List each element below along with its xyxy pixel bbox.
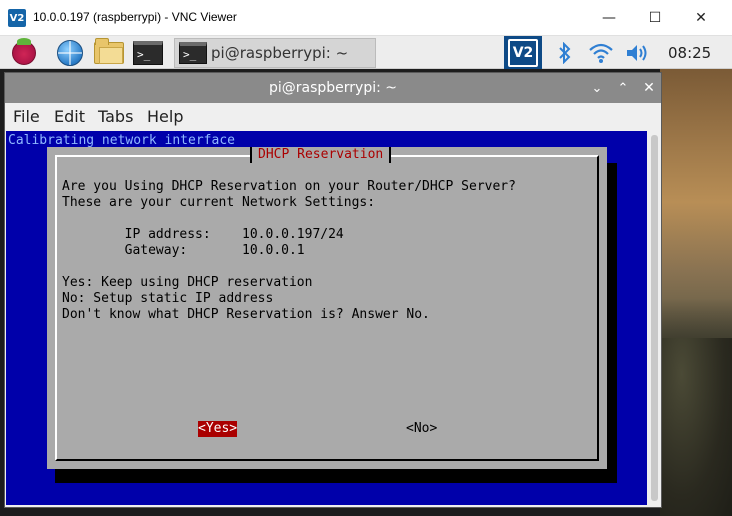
scrollbar-thumb[interactable]	[651, 135, 658, 501]
terminal-scrollbar[interactable]	[648, 131, 661, 505]
dialog-title: DHCP Reservation	[250, 147, 392, 163]
bluetooth-icon[interactable]	[552, 41, 578, 65]
terminal-titlebar[interactable]: pi@raspberrypi: ~ ⌄ ⌃ ✕	[5, 73, 661, 103]
desktop-background	[660, 68, 732, 516]
web-browser-icon[interactable]	[54, 39, 86, 67]
dialog-text-line: No: Setup static IP address	[62, 291, 274, 306]
minimize-button[interactable]: —	[586, 0, 632, 36]
terminal-minimize-button[interactable]: ⌄	[587, 78, 607, 98]
clock[interactable]: 08:25	[668, 44, 711, 62]
terminal-content[interactable]: Calibrating network interface DHCP Reser…	[6, 131, 647, 505]
terminal-launcher-icon[interactable]: >_	[132, 39, 164, 67]
maximize-button[interactable]: ☐	[632, 0, 678, 36]
dialog-text-line: These are your current Network Settings:	[62, 195, 376, 210]
vnc-window-title: 10.0.0.197 (raspberrypi) - VNC Viewer	[33, 10, 237, 24]
wifi-icon[interactable]	[588, 41, 614, 65]
ip-address-line: IP address: 10.0.0.197/24	[62, 227, 344, 242]
close-button[interactable]: ✕	[678, 0, 724, 36]
gateway-line: Gateway: 10.0.0.1	[62, 243, 305, 258]
dialog-text-line: Yes: Keep using DHCP reservation	[62, 275, 313, 290]
dialog-text-line: Are you Using DHCP Reservation on your R…	[62, 179, 516, 194]
terminal-icon: >_	[179, 42, 207, 64]
dhcp-reservation-dialog: DHCP Reservation Are you Using DHCP Rese…	[47, 147, 607, 469]
yes-button[interactable]: <Yes>	[198, 421, 238, 437]
menu-help[interactable]: Help	[147, 107, 183, 126]
terminal-maximize-button[interactable]: ⌃	[613, 78, 633, 98]
terminal-window: pi@raspberrypi: ~ ⌄ ⌃ ✕ File Edit Tabs H…	[4, 72, 662, 508]
vnc-viewer-titlebar: V2 10.0.0.197 (raspberrypi) - VNC Viewer…	[0, 0, 732, 36]
dialog-text-line: Don't know what DHCP Reservation is? Ans…	[62, 307, 430, 322]
vnc-server-icon[interactable]: V2	[504, 36, 542, 69]
menu-edit[interactable]: Edit	[54, 107, 85, 126]
menu-tabs[interactable]: Tabs	[98, 107, 133, 126]
volume-icon[interactable]	[624, 41, 650, 65]
raspberry-menu-icon[interactable]	[8, 38, 40, 67]
menu-file[interactable]: File	[13, 107, 40, 126]
file-manager-icon[interactable]	[92, 38, 126, 67]
taskbar-item-label: pi@raspberrypi: ~	[211, 44, 349, 62]
no-button[interactable]: <No>	[406, 421, 437, 437]
terminal-title: pi@raspberrypi: ~	[268, 80, 398, 96]
taskbar-terminal-item[interactable]: >_ pi@raspberrypi: ~	[174, 38, 376, 68]
terminal-menubar: File Edit Tabs Help	[5, 103, 661, 131]
raspberry-pi-taskbar: >_ >_ pi@raspberrypi: ~ V2 08:25	[0, 36, 732, 69]
terminal-close-button[interactable]: ✕	[639, 78, 659, 98]
vnc-viewer-logo-icon: V2	[8, 9, 26, 27]
